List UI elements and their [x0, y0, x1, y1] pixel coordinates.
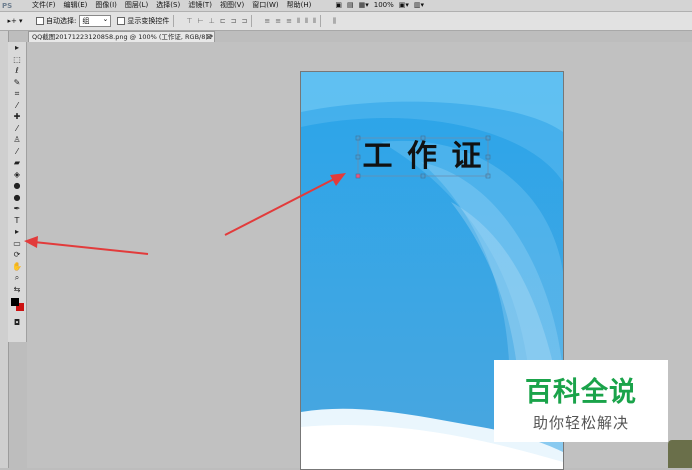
eraser-tool-icon[interactable]: ▰: [8, 157, 26, 169]
menu-layer[interactable]: 图层(L): [121, 0, 152, 11]
decorative-flower-image: [668, 440, 692, 468]
menu-edit[interactable]: 编辑(E): [60, 0, 92, 11]
pen-tool-icon[interactable]: ✒: [8, 203, 26, 215]
card-title-text[interactable]: 工 作 证: [358, 138, 488, 176]
close-icon[interactable]: ⊠: [206, 32, 212, 42]
checkbox-icon: [36, 17, 44, 25]
blur-tool-icon[interactable]: ●: [8, 180, 26, 192]
align-icons: ⊤ ⊢ ⊥ ⊏ ⊐ ⊐: [186, 17, 247, 25]
history-brush-icon[interactable]: ⁄: [8, 146, 26, 158]
marquee-tool-icon[interactable]: ⬚: [8, 54, 26, 66]
show-transform-checkbox[interactable]: 显示变换控件: [117, 16, 169, 26]
move-tool-icon[interactable]: ▸: [8, 42, 26, 54]
menu-bar: PS 文件(F) 编辑(E) 图像(I) 图层(L) 选择(S) 滤镜(T) 视…: [0, 0, 692, 12]
bridge-icon[interactable]: ▣: [335, 0, 342, 11]
auto-align-icons: ⫼: [333, 17, 336, 26]
zoom-tool-icon[interactable]: ⌕: [8, 272, 26, 284]
arrange-icon[interactable]: ▦▾: [359, 0, 369, 11]
type-tool-icon[interactable]: T: [8, 215, 26, 227]
menu-filter[interactable]: 滤镜(T): [184, 0, 216, 11]
distribute-bottom-icon[interactable]: ≡: [286, 17, 292, 26]
divider: [319, 15, 321, 27]
auto-select-label: 自动选择:: [46, 17, 77, 25]
mini-bridge-icon[interactable]: ▤: [347, 0, 354, 11]
watermark-subtitle: 助你轻松解决: [532, 413, 629, 432]
workspace-icon[interactable]: ▥▾: [414, 0, 424, 11]
menu-help[interactable]: 帮助(H): [283, 0, 316, 11]
shape-tool-icon[interactable]: ▭: [8, 238, 26, 250]
hand-tool-icon[interactable]: ✋: [8, 261, 26, 273]
align-center-icon[interactable]: ⊐: [231, 17, 237, 25]
watermark-badge: 百科全说 助你轻松解决: [494, 360, 668, 442]
menu-image[interactable]: 图像(I): [91, 0, 121, 11]
app-logo: PS: [2, 1, 13, 10]
auto-select-dropdown[interactable]: 组: [79, 14, 112, 27]
menu-select[interactable]: 选择(S): [152, 0, 184, 11]
menu-window[interactable]: 窗口(W): [248, 0, 282, 11]
distribute-icons: ≡ ≡ ≡ ⫴ ⫴ ⫴: [264, 17, 315, 26]
align-left-icon[interactable]: ⊏: [220, 17, 226, 25]
brush-tool-icon[interactable]: ⁄: [8, 123, 26, 135]
divider: [173, 15, 175, 27]
3d-rotate-tool-icon[interactable]: ⟳: [8, 249, 26, 261]
divider: [251, 15, 253, 27]
color-swatches[interactable]: [8, 295, 26, 317]
options-bar: ▸+ ▾ 自动选择: 组 显示变换控件 ⊤ ⊢ ⊥ ⊏ ⊐ ⊐ ≡ ≡ ≡ ⫴ …: [0, 12, 692, 31]
quick-mask-icon[interactable]: ◘: [8, 317, 26, 329]
auto-align-icon[interactable]: ⫼: [333, 17, 336, 26]
align-bottom-icon[interactable]: ⊥: [209, 17, 215, 25]
crop-tool-icon[interactable]: ⌗: [8, 88, 26, 100]
gradient-tool-icon[interactable]: ◈: [8, 169, 26, 181]
align-top-icon[interactable]: ⊤: [186, 17, 192, 25]
stamp-tool-icon[interactable]: ♙: [8, 134, 26, 146]
document-tab-title: QQ截图20171223120858.png @ 100% (工作证, RGB/…: [32, 33, 214, 41]
menu-right-tools: ▣ ▤ ▦▾ 100% ▣▾ ▥▾: [335, 0, 424, 11]
foreground-color-swatch[interactable]: [11, 298, 19, 306]
healing-tool-icon[interactable]: ✚: [8, 111, 26, 123]
watermark-title: 百科全说: [525, 376, 637, 408]
distribute-middle-icon[interactable]: ≡: [275, 17, 281, 26]
auto-select-checkbox[interactable]: 自动选择:: [36, 16, 76, 26]
dodge-tool-icon[interactable]: ●: [8, 192, 26, 204]
align-middle-icon[interactable]: ⊢: [197, 17, 203, 25]
quick-select-tool-icon[interactable]: ✎: [8, 77, 26, 89]
screen-mode-icon[interactable]: ▣▾: [399, 0, 409, 11]
distribute-top-icon[interactable]: ≡: [264, 17, 270, 26]
eyedropper-tool-icon[interactable]: ⁄: [8, 100, 26, 112]
distribute-left-icon[interactable]: ⫴: [297, 17, 300, 26]
zoom-level[interactable]: 100%: [374, 0, 394, 11]
distribute-center-icon[interactable]: ⫴: [305, 17, 308, 26]
menu-view[interactable]: 视图(V): [216, 0, 248, 11]
move-tool-preset[interactable]: ▸+ ▾: [0, 17, 30, 25]
move-icon: ▸+ ▾: [7, 17, 23, 25]
align-right-icon[interactable]: ⊐: [241, 17, 247, 25]
show-transform-label: 显示变换控件: [127, 17, 170, 25]
menu-file[interactable]: 文件(F): [28, 0, 60, 11]
distribute-right-icon[interactable]: ⫴: [313, 17, 316, 26]
lasso-tool-icon[interactable]: ℓ: [8, 65, 26, 77]
checkbox-icon: [117, 17, 126, 25]
tools-panel: ▸ ⬚ ℓ ✎ ⌗ ⁄ ✚ ⁄ ♙ ⁄ ▰ ◈ ● ● ✒ T ▸ ▭ ⟳ ✋ …: [8, 42, 27, 342]
default-colors-icon[interactable]: ⇆: [8, 284, 26, 296]
path-select-tool-icon[interactable]: ▸: [8, 226, 26, 238]
